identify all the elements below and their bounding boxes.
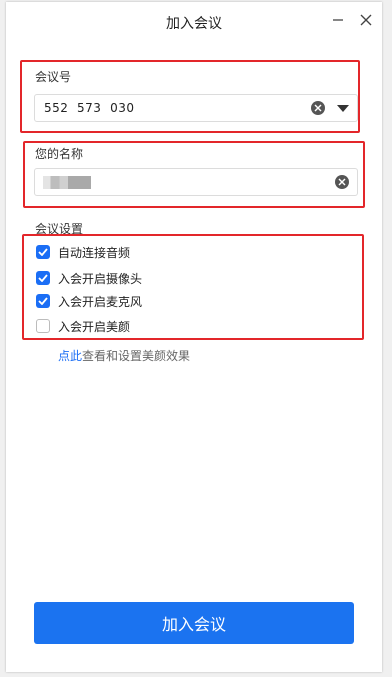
clear-icon — [338, 178, 346, 186]
option-camera-on-join[interactable]: 入会开启摄像头 — [36, 269, 142, 287]
join-meeting-window: 加入会议 会议号 552 573 030 您的名称 会议设置 自动连接音频 入会… — [6, 2, 382, 672]
meeting-id-value: 552 573 030 — [44, 101, 135, 115]
beauty-settings-link[interactable]: 点此 — [58, 349, 82, 363]
meeting-settings-label: 会议设置 — [35, 222, 84, 236]
close-button[interactable] — [356, 10, 376, 30]
title-bar: 加入会议 — [6, 2, 382, 42]
meeting-id-label: 会议号 — [35, 70, 72, 84]
meeting-id-field[interactable]: 552 573 030 — [34, 94, 358, 122]
beauty-hint: 点此查看和设置美颜效果 — [58, 347, 190, 364]
option-label: 入会开启摄像头 — [58, 271, 143, 286]
beauty-hint-text: 查看和设置美颜效果 — [82, 349, 191, 363]
checkbox-checked-icon[interactable] — [36, 271, 50, 285]
option-mic-on-join[interactable]: 入会开启麦克风 — [36, 292, 142, 310]
option-auto-audio[interactable]: 自动连接音频 — [36, 243, 130, 261]
option-label: 入会开启美颜 — [58, 319, 131, 334]
name-field[interactable] — [34, 168, 358, 196]
clear-icon — [314, 104, 322, 112]
join-meeting-button[interactable]: 加入会议 — [34, 602, 354, 644]
option-label: 自动连接音频 — [58, 245, 131, 260]
meeting-history-dropdown[interactable] — [335, 102, 351, 116]
name-label: 您的名称 — [35, 147, 84, 161]
checkbox-checked-icon[interactable] — [36, 245, 50, 259]
checkbox-unchecked-icon[interactable] — [36, 319, 50, 333]
checkbox-checked-icon[interactable] — [36, 294, 50, 308]
window-title: 加入会议 — [166, 16, 222, 32]
option-beauty-on-join[interactable]: 入会开启美颜 — [36, 317, 130, 335]
minimize-button[interactable] — [328, 10, 348, 30]
minimize-icon — [333, 19, 343, 21]
name-clear-button[interactable] — [335, 175, 349, 189]
option-label: 入会开启麦克风 — [58, 294, 143, 309]
caret-down-icon — [337, 105, 349, 112]
redacted-name — [43, 176, 91, 189]
meeting-id-clear-button[interactable] — [311, 101, 325, 115]
close-icon — [360, 14, 372, 26]
